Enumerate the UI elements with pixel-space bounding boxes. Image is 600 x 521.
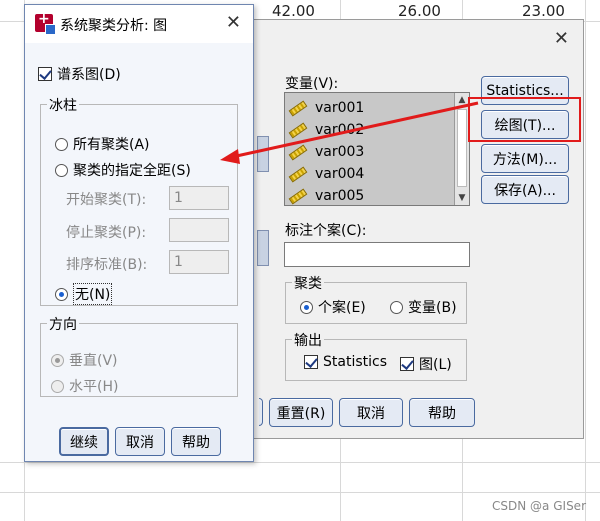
annotation-arrow <box>220 101 479 164</box>
arrow-head <box>220 149 240 164</box>
arrow-line <box>231 101 479 159</box>
